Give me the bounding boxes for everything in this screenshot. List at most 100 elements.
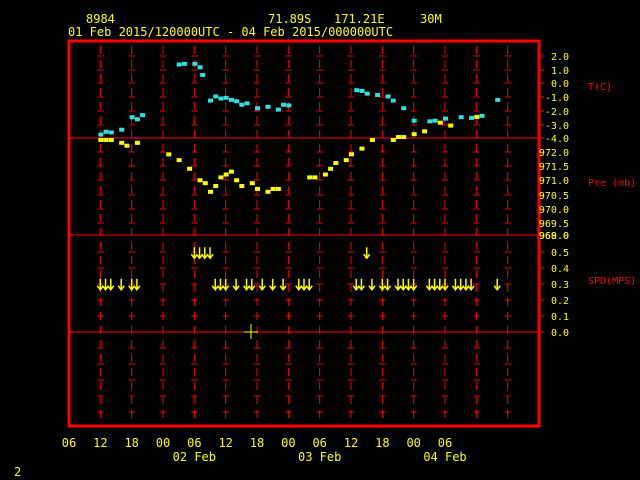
pressure-point bbox=[369, 137, 375, 142]
y-tick-label: 968.0 bbox=[539, 231, 569, 242]
pressure-point bbox=[411, 132, 417, 137]
y-tick-label: 1.0 bbox=[551, 66, 569, 77]
wind-arrow bbox=[295, 278, 303, 291]
pressure-point bbox=[474, 114, 480, 119]
pressure-point bbox=[187, 166, 193, 171]
temperature-point bbox=[108, 130, 114, 135]
temperature-point bbox=[140, 113, 146, 118]
pressure-point bbox=[218, 175, 224, 180]
wind-arrow bbox=[206, 247, 214, 260]
y-tick-label: 970.5 bbox=[539, 191, 569, 202]
temperature-point bbox=[427, 119, 433, 124]
pressure-point bbox=[270, 186, 276, 191]
temperature-point bbox=[255, 106, 260, 111]
pressure-point bbox=[312, 175, 318, 180]
wind-arrow bbox=[211, 278, 219, 291]
x-tick-label: 06 bbox=[438, 436, 452, 450]
pressure-point bbox=[166, 152, 172, 157]
y-tick-label: 0.4 bbox=[551, 264, 569, 275]
x-tick-label: 06 bbox=[187, 436, 201, 450]
y-tick-label: 970.0 bbox=[539, 205, 569, 216]
pressure-point bbox=[307, 175, 313, 180]
wind-arrow bbox=[305, 278, 313, 291]
y-tick-label: 972.0 bbox=[539, 148, 569, 159]
temperature-point bbox=[119, 127, 125, 132]
pressure-point bbox=[448, 123, 454, 128]
wind-arrow bbox=[430, 278, 439, 291]
temperature-point bbox=[458, 115, 464, 120]
temperature-point bbox=[223, 95, 229, 100]
temperature-point bbox=[375, 93, 381, 98]
pressure-point bbox=[98, 137, 104, 142]
x-tick-label: 06 bbox=[62, 436, 76, 450]
temperature-point bbox=[192, 61, 198, 66]
wind-arrow bbox=[242, 278, 251, 291]
temperature-point bbox=[244, 101, 250, 106]
temperature-point bbox=[234, 99, 240, 104]
wind-arrow bbox=[425, 278, 433, 291]
temperature-point bbox=[385, 94, 391, 99]
pressure-point bbox=[328, 166, 334, 171]
wind-arrow bbox=[399, 278, 407, 291]
wind-arrow bbox=[462, 278, 470, 291]
wind-arrow bbox=[201, 247, 209, 260]
temperature-point bbox=[265, 104, 271, 109]
temperature-point bbox=[432, 118, 438, 123]
pressure-point bbox=[275, 186, 281, 191]
pressure-point bbox=[197, 178, 203, 183]
wind-arrow bbox=[101, 278, 110, 291]
temperature-point bbox=[228, 97, 234, 102]
wind-arrow bbox=[133, 278, 141, 291]
pressure-point bbox=[255, 186, 260, 191]
wind-arrow bbox=[457, 278, 465, 291]
temperature-point bbox=[401, 106, 407, 111]
wind-arrow bbox=[363, 247, 371, 260]
y-tick-label: 2.0 bbox=[551, 52, 569, 63]
x-tick-label: 12 bbox=[344, 436, 358, 450]
y-tick-label: 971.5 bbox=[539, 162, 569, 173]
temperature-point bbox=[281, 102, 287, 107]
wind-arrow bbox=[394, 278, 402, 291]
temperature-point bbox=[103, 129, 109, 134]
temperature-point bbox=[364, 91, 370, 96]
x-tick-label: 00 bbox=[281, 436, 295, 450]
pressure-point bbox=[176, 158, 182, 163]
temperature-point bbox=[275, 107, 281, 112]
temperature-point bbox=[239, 102, 245, 107]
temperature-point bbox=[479, 113, 485, 118]
pressure-point bbox=[108, 137, 114, 142]
wind-arrow bbox=[248, 278, 256, 291]
temperature-point bbox=[208, 98, 213, 103]
x-tick-label: 18 bbox=[375, 436, 389, 450]
pressure-point bbox=[437, 120, 443, 125]
wind-arrow bbox=[493, 278, 501, 291]
temperature-point bbox=[411, 118, 417, 123]
pressure-point bbox=[359, 146, 365, 151]
temperature-point bbox=[134, 117, 140, 122]
y-tick-label: 0.0 bbox=[551, 79, 569, 90]
x-tick-label: 12 bbox=[218, 436, 232, 450]
y-tick-label: 0.3 bbox=[551, 280, 569, 291]
pressure-point bbox=[234, 178, 240, 183]
temperature-point bbox=[469, 115, 475, 120]
plot-frame bbox=[67, 39, 541, 428]
temperature-point bbox=[359, 88, 365, 93]
day-label: 02 Feb bbox=[173, 450, 216, 464]
pressure-point bbox=[349, 152, 354, 157]
wind-arrow bbox=[368, 278, 376, 291]
wind-arrow bbox=[451, 278, 460, 291]
wind-arrow bbox=[190, 247, 198, 260]
y-tick-label: 0.0 bbox=[551, 328, 569, 339]
wind-axis-label: SPD(MPS) bbox=[588, 276, 636, 287]
pressure-point bbox=[422, 129, 428, 134]
x-tick-label: 12 bbox=[93, 436, 107, 450]
pressure-point bbox=[249, 181, 255, 186]
pressure-point bbox=[208, 189, 213, 194]
pressure-point bbox=[228, 169, 234, 174]
y-tick-label: -2.0 bbox=[545, 107, 569, 118]
wind-arrow bbox=[357, 278, 366, 291]
x-tick-label: 00 bbox=[406, 436, 420, 450]
wind-arrow bbox=[258, 278, 266, 291]
temperature-point bbox=[443, 116, 448, 121]
pressure-point bbox=[213, 184, 219, 189]
